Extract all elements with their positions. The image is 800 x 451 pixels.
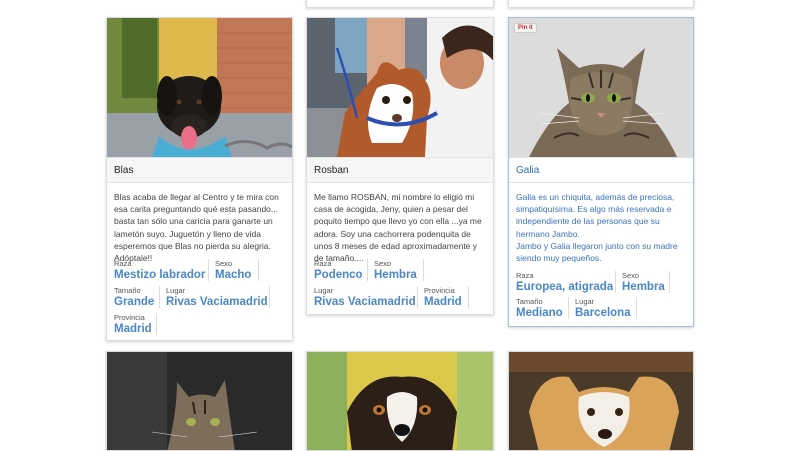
attr-provincia: Provincia Madrid	[424, 286, 462, 308]
attr-provincia: Provincia Madrid	[114, 313, 152, 335]
pet-name[interactable]: Galia	[509, 157, 693, 183]
attr-tamano: Tamaño Grande	[114, 286, 154, 308]
attr-sexo: Sexo Hembra	[374, 259, 417, 281]
pet-name[interactable]: Blas	[107, 157, 292, 183]
pet-photo-rosban[interactable]	[307, 18, 493, 157]
attr-tamano: Tamaño Mediano	[516, 297, 563, 319]
pet-photo-galia[interactable]: Pin it	[509, 18, 693, 157]
attr-lugar: Lugar Rivas Vaciamadrid	[314, 286, 416, 308]
attr-raza: Raza Mestizo labrador	[114, 259, 205, 281]
divider	[367, 259, 368, 281]
attr-label: Sexo	[215, 259, 233, 268]
divider	[615, 271, 616, 293]
divider	[269, 286, 270, 308]
attr-lugar: Lugar Rivas Vaciamadrid	[166, 286, 268, 308]
pet-card[interactable]	[106, 351, 293, 451]
pet-photo[interactable]	[107, 352, 292, 450]
attr-label: Provincia	[424, 286, 455, 295]
attr-value-provincia[interactable]: Madrid	[114, 323, 152, 335]
attr-label: Raza	[516, 271, 534, 280]
attr-label: Lugar	[166, 286, 186, 295]
attr-label: Sexo	[374, 259, 392, 268]
divider	[669, 271, 670, 293]
divider	[258, 259, 259, 281]
attr-value-lugar[interactable]: Rivas Vaciamadrid	[166, 296, 268, 308]
attr-value-tamano[interactable]: Grande	[114, 296, 154, 308]
attr-label: Lugar	[314, 286, 334, 295]
attr-label: Tamaño	[516, 297, 543, 306]
pet-card[interactable]	[508, 351, 694, 451]
divider	[156, 313, 157, 335]
attr-label: Tamaño	[114, 286, 141, 295]
attr-value-raza[interactable]: Mestizo labrador	[114, 269, 205, 281]
pet-photo[interactable]	[509, 352, 693, 450]
divider	[417, 286, 418, 308]
attr-value-lugar[interactable]: Rivas Vaciamadrid	[314, 296, 416, 308]
attr-label: Provincia	[114, 313, 145, 322]
divider	[636, 297, 637, 319]
pet-name[interactable]: Rosban	[307, 157, 493, 183]
attr-lugar: Lugar Barcelona	[575, 297, 631, 319]
divider	[159, 286, 160, 308]
attr-label: Raza	[314, 259, 332, 268]
divider	[423, 259, 424, 281]
attr-value-tamano[interactable]: Mediano	[516, 307, 563, 319]
pinterest-pin-icon[interactable]: Pin it	[514, 23, 537, 33]
pet-card-blas[interactable]: Blas Blas acaba de llegar al Centro y te…	[106, 17, 293, 341]
pet-photo-blas[interactable]	[107, 18, 292, 157]
divider	[208, 259, 209, 281]
attr-value-provincia[interactable]: Madrid	[424, 296, 462, 308]
attr-value-sexo[interactable]: Macho	[215, 269, 251, 281]
divider	[468, 286, 469, 308]
attr-value-lugar[interactable]: Barcelona	[575, 307, 631, 319]
pet-description: Galia es un chiquita, además de preciosa…	[516, 192, 678, 264]
attr-sexo: Sexo Macho	[215, 259, 251, 281]
attr-label: Sexo	[622, 271, 640, 280]
attr-value-raza[interactable]: Podenco	[314, 269, 363, 281]
attr-sexo: Sexo Hembra	[622, 271, 665, 293]
card-stub-top	[508, 0, 694, 8]
pet-card-rosban[interactable]: Rosban Me llamo ROSBAN, mi nombre lo eli…	[306, 17, 494, 315]
card-stub-top	[306, 0, 494, 8]
attr-label: Raza	[114, 259, 132, 268]
pet-photo[interactable]	[307, 352, 493, 450]
attr-value-raza[interactable]: Europea, atigrada	[516, 281, 613, 293]
attr-raza: Raza Podenco	[314, 259, 363, 281]
pet-card[interactable]	[306, 351, 494, 451]
pet-description: Me llamo ROSBAN, mi nombre lo eligió mi …	[314, 192, 482, 264]
attr-value-sexo[interactable]: Hembra	[622, 281, 665, 293]
divider	[568, 297, 569, 319]
attr-label: Lugar	[575, 297, 595, 306]
attr-value-sexo[interactable]: Hembra	[374, 269, 417, 281]
pet-card-galia[interactable]: Pin it Galia Galia es un chiquita, ademá…	[508, 17, 694, 327]
pet-description: Blas acaba de llegar al Centro y te mira…	[114, 192, 279, 264]
attr-raza: Raza Europea, atigrada	[516, 271, 613, 293]
